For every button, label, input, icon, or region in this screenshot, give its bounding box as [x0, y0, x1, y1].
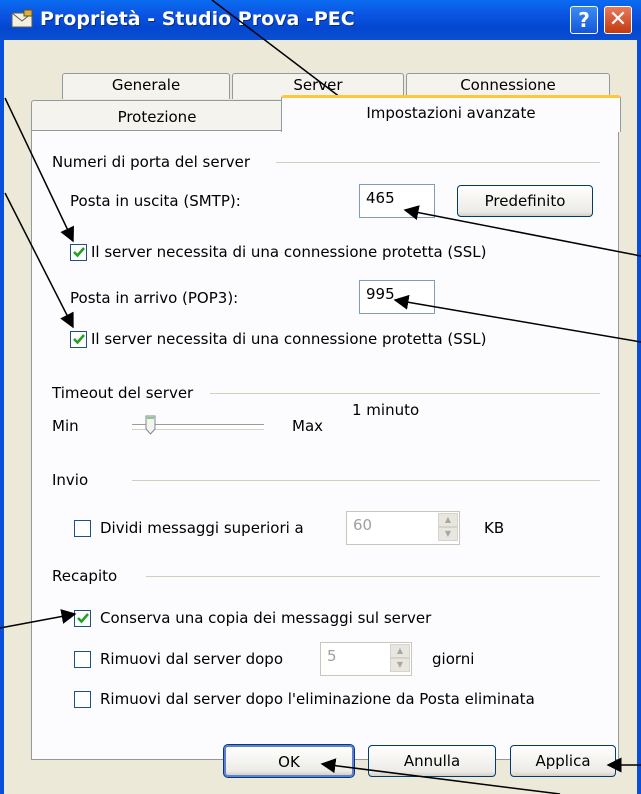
arrow-to-smtp-port — [403, 205, 641, 257]
arrow-to-advanced-tab — [211, 0, 359, 111]
arrow-to-pop3-ssl — [4, 192, 74, 329]
arrow-to-pop3-port — [393, 294, 641, 343]
arrow-to-smtp-ssl — [4, 97, 74, 243]
arrow-to-ok — [320, 758, 561, 794]
tab-impostazioni-avanzate[interactable]: Impostazioni avanzate — [281, 95, 621, 132]
arrow-to-keep-copy — [0, 609, 77, 629]
